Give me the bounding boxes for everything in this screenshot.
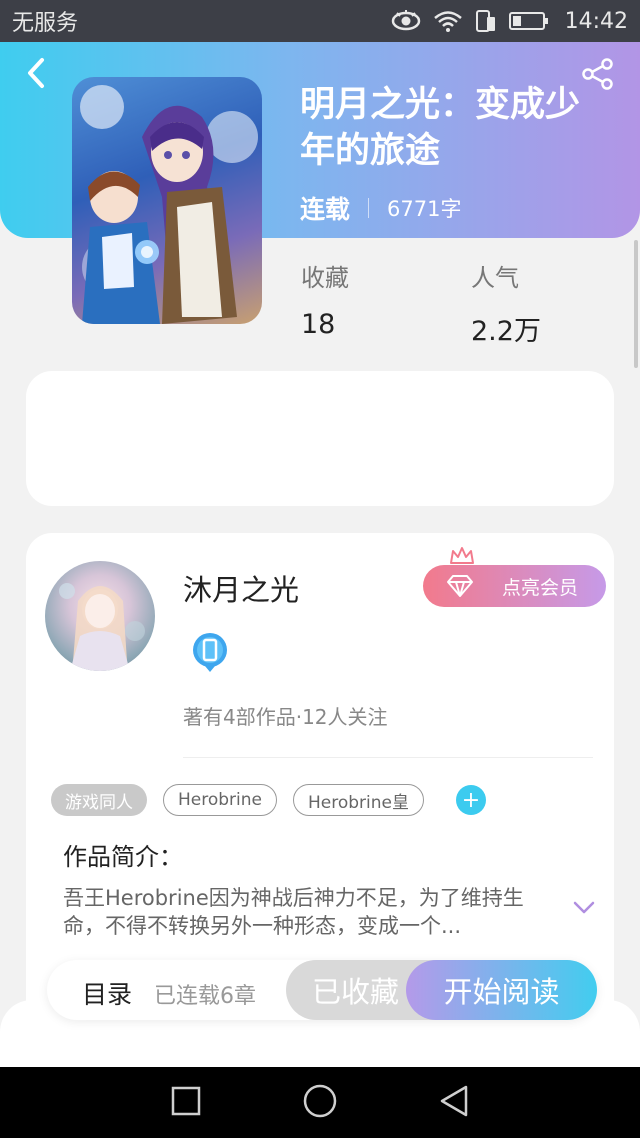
chevron-down-icon xyxy=(573,901,595,914)
book-cover[interactable] xyxy=(72,77,262,324)
stat-favorites: 收藏 18 xyxy=(301,258,349,340)
book-title: 明月之光：变成少年的旅途 xyxy=(300,85,581,171)
system-back-button[interactable] xyxy=(438,1084,470,1122)
eye-icon xyxy=(391,10,421,32)
vip-label: 点亮会员 xyxy=(501,576,578,599)
start-reading-button[interactable]: 开始阅读 xyxy=(406,960,597,1020)
avatar[interactable] xyxy=(45,561,155,671)
wifi-icon xyxy=(433,10,463,32)
word-count: 6771字 xyxy=(387,197,462,221)
book-meta: 连载 6771字 xyxy=(300,190,461,226)
triangle-back-icon xyxy=(440,1085,468,1116)
avatar-illustration xyxy=(59,583,145,671)
circle-icon xyxy=(303,1084,337,1117)
recents-button[interactable] xyxy=(170,1085,202,1121)
chevron-left-icon xyxy=(28,58,44,88)
diamond-icon xyxy=(445,574,475,603)
toc-button[interactable]: 目录 xyxy=(82,975,132,1011)
author-meta: 著有4部作品·12人关注 xyxy=(183,705,388,729)
meta-divider xyxy=(368,198,370,218)
tag-chip[interactable]: Herobrine皇 xyxy=(293,784,424,816)
stat-value: 2.2万 xyxy=(471,316,541,347)
back-button[interactable] xyxy=(22,56,52,90)
vip-button[interactable]: 点亮会员 xyxy=(423,565,606,607)
system-nav-bar xyxy=(0,1067,640,1138)
author-name[interactable]: 沐月之光 xyxy=(183,567,299,609)
tag-chip[interactable]: Herobrine xyxy=(163,784,277,816)
empty-card xyxy=(26,371,614,506)
stat-value: 18 xyxy=(301,309,336,340)
serial-status: 连载 xyxy=(300,195,351,224)
sim-icon xyxy=(475,9,497,33)
tag-list: 游戏同人 Herobrine Herobrine皇 + xyxy=(51,784,486,816)
battery-icon xyxy=(508,10,549,32)
home-button[interactable] xyxy=(302,1083,338,1123)
divider xyxy=(183,757,593,758)
stat-label: 收藏 xyxy=(301,264,349,292)
tag-chip[interactable]: 游戏同人 xyxy=(51,784,147,816)
expand-button[interactable] xyxy=(572,900,596,920)
stat-popularity: 人气 2.2万 xyxy=(471,258,541,348)
phone-badge-icon xyxy=(191,632,229,678)
chapter-count: 已连载6章 xyxy=(154,984,256,1009)
intro-title: 作品简介： xyxy=(63,843,183,871)
square-icon xyxy=(171,1086,201,1115)
favorite-label: 已收藏 xyxy=(312,975,400,1009)
intro-text: 吾王Herobrine因为神战后神力不足，为了维持生命，不得不转换另外一种形态，… xyxy=(63,886,524,938)
read-label: 开始阅读 xyxy=(443,975,560,1009)
plus-icon: + xyxy=(461,787,481,813)
status-bar: 无服务 14:42 xyxy=(0,0,640,42)
carrier-text: 无服务 xyxy=(12,11,79,36)
stat-label: 人气 xyxy=(471,264,519,292)
clock: 14:42 xyxy=(564,8,628,34)
cover-illustration xyxy=(80,85,258,324)
add-tag-button[interactable]: + xyxy=(456,785,486,815)
scrollbar[interactable] xyxy=(634,240,638,368)
